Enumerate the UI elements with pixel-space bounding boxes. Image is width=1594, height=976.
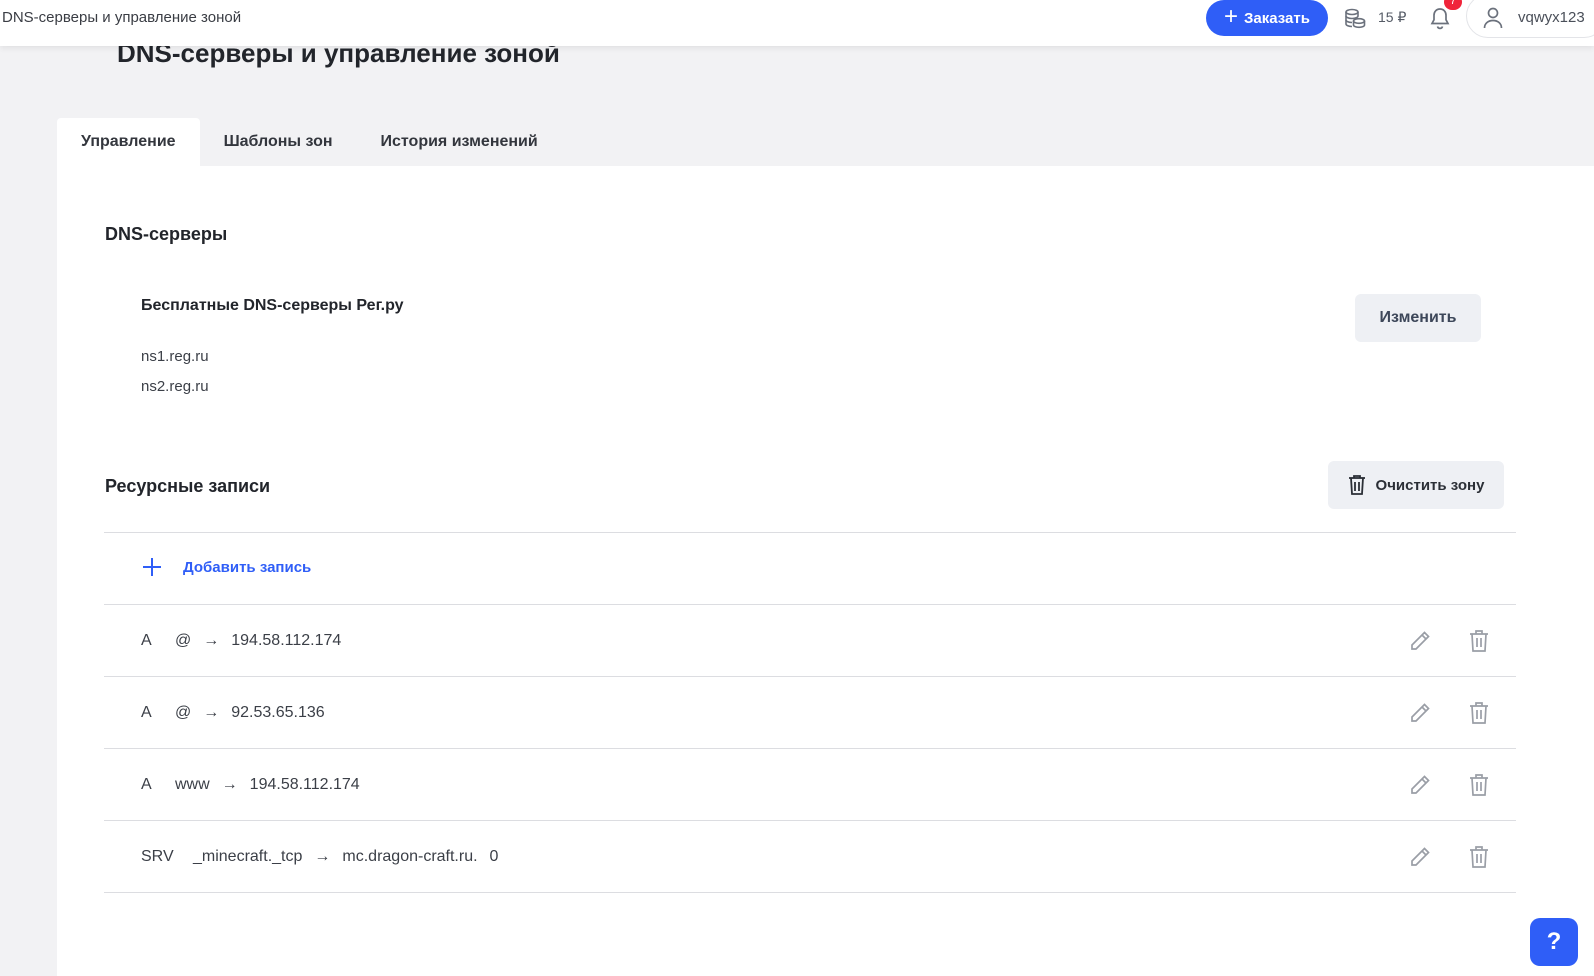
- resource-records-title: Ресурсные записи: [105, 476, 271, 496]
- pencil-icon[interactable]: [1408, 845, 1432, 869]
- trash-icon[interactable]: [1468, 629, 1490, 653]
- tab-management[interactable]: Управление: [57, 118, 200, 166]
- record-value: 194.58.112.174: [231, 631, 342, 649]
- record-type: A: [141, 631, 152, 649]
- record-value: 92.53.65.136: [231, 703, 325, 721]
- username[interactable]: vqwyx123: [1518, 9, 1585, 26]
- order-button[interactable]: + Заказать: [1206, 0, 1328, 36]
- order-button-label: Заказать: [1244, 9, 1310, 27]
- tab-change-history[interactable]: История изменений: [357, 118, 562, 166]
- arrow-right-icon: →: [221, 775, 238, 793]
- balance-amount[interactable]: 15 ₽: [1378, 9, 1406, 26]
- clear-zone-label: Очистить зону: [1375, 476, 1485, 494]
- add-record-button[interactable]: Добавить запись: [141, 556, 311, 578]
- bell-icon[interactable]: [1428, 6, 1452, 32]
- record-value: 194.58.112.174: [249, 775, 360, 793]
- divider: [104, 532, 1516, 533]
- pencil-icon[interactable]: [1408, 701, 1432, 725]
- table-row: A @ → 194.58.112.174: [104, 605, 1516, 676]
- help-button[interactable]: ?: [1530, 918, 1578, 966]
- add-record-label: Добавить запись: [183, 558, 312, 576]
- top-bar: DNS-серверы и управление зоной + Заказат…: [0, 0, 1594, 46]
- record-host: _minecraft._tcp: [193, 847, 303, 865]
- clear-zone-button[interactable]: Очистить зону: [1328, 461, 1504, 509]
- notification-badge: 7: [1444, 0, 1462, 10]
- window-title: DNS-серверы и управление зоной: [2, 9, 242, 26]
- tab-zone-templates[interactable]: Шаблоны зон: [200, 118, 357, 166]
- dns-section-title: DNS-серверы: [105, 224, 228, 244]
- ns-server: ns2.reg.ru: [141, 378, 209, 395]
- plus-icon: [143, 558, 161, 576]
- record-host: @: [175, 631, 192, 649]
- tab-bar: Управление Шаблоны зон История изменений: [57, 118, 562, 166]
- user-icon: [1483, 7, 1503, 29]
- arrow-right-icon: →: [203, 631, 220, 649]
- table-row: A www → 194.58.112.174: [104, 749, 1516, 820]
- change-dns-button[interactable]: Изменить: [1355, 294, 1481, 342]
- record-host: @: [175, 703, 192, 721]
- trash-icon[interactable]: [1468, 701, 1490, 725]
- record-type: A: [141, 703, 152, 721]
- trash-icon: [1348, 475, 1365, 495]
- dns-provider-name: Бесплатные DNS-серверы Рег.ру: [141, 297, 404, 314]
- table-row: A @ → 92.53.65.136: [104, 677, 1516, 748]
- trash-icon[interactable]: [1468, 773, 1490, 797]
- coins-icon[interactable]: [1343, 7, 1367, 31]
- table-row: SRV _minecraft._tcp → mc.dragon-craft.ru…: [104, 821, 1516, 892]
- arrow-right-icon: →: [203, 703, 220, 721]
- record-type: SRV: [141, 847, 174, 865]
- trash-icon[interactable]: [1468, 845, 1490, 869]
- plus-icon: +: [1224, 3, 1239, 30]
- record-type: A: [141, 775, 152, 793]
- record-host: www: [175, 775, 210, 793]
- record-value: mc.dragon-craft.ru.: [342, 847, 478, 865]
- divider: [104, 892, 1516, 893]
- main-panel: DNS-серверы Бесплатные DNS-серверы Рег.р…: [57, 166, 1594, 976]
- arrow-right-icon: →: [314, 847, 331, 865]
- record-extra: 0: [489, 847, 499, 865]
- pencil-icon[interactable]: [1408, 629, 1432, 653]
- ns-server: ns1.reg.ru: [141, 348, 209, 365]
- pencil-icon[interactable]: [1408, 773, 1432, 797]
